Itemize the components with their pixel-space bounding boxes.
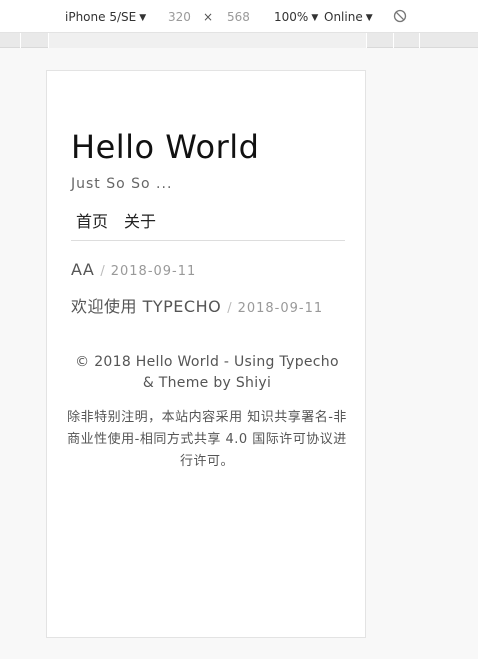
- site-description: Just So So ...: [71, 176, 173, 192]
- chevron-down-icon: ▼: [365, 13, 373, 23]
- zoom-select[interactable]: 100% ▼: [274, 10, 318, 26]
- post-separator: /: [227, 301, 232, 316]
- nav-item-about[interactable]: 关于: [124, 212, 156, 232]
- license-notice: 除非特别注明，本站内容采用 知识共享署名-非商业性使用-相同方式共享 4.0 国…: [67, 410, 347, 469]
- post-title[interactable]: AA: [71, 260, 94, 279]
- post-title[interactable]: 欢迎使用 TYPECHO: [71, 297, 221, 316]
- copyright-line: © 2018 Hello World - Using Typecho: [75, 354, 339, 370]
- ruler-segment[interactable]: [393, 33, 394, 48]
- post-date: 2018-09-11: [110, 264, 197, 279]
- post-separator: /: [100, 264, 105, 279]
- ruler-segment[interactable]: [419, 33, 420, 48]
- site-footer: © 2018 Hello World - Using Typecho & The…: [67, 352, 347, 394]
- post-date: 2018-09-11: [237, 301, 324, 316]
- chevron-down-icon: ▼: [139, 13, 147, 23]
- chevron-down-icon: ▼: [311, 13, 319, 23]
- device-name: iPhone 5/SE: [65, 10, 137, 24]
- media-query-ruler: [0, 33, 478, 48]
- ruler-segment[interactable]: [20, 33, 21, 48]
- dimension-separator: ×: [203, 10, 214, 24]
- device-viewport: Hello World Just So So ... 首页 关于 AA / 2018…: [46, 70, 366, 638]
- ruler-segment[interactable]: [366, 33, 367, 48]
- height-field[interactable]: 568: [227, 10, 250, 24]
- network-value: Online: [324, 10, 363, 24]
- ruler-center-segment[interactable]: [48, 33, 366, 48]
- network-select[interactable]: Online ▼: [324, 10, 373, 26]
- site-title[interactable]: Hello World: [71, 127, 259, 167]
- device-toolbar: iPhone 5/SE ▼ 320 × 568 100% ▼ Online ▼: [0, 0, 478, 33]
- theme-credit-line: & Theme by Shiyi: [142, 375, 272, 391]
- post-item: 欢迎使用 TYPECHO / 2018-09-11: [71, 296, 323, 320]
- post-item: AA / 2018-09-11: [71, 259, 196, 283]
- width-field[interactable]: 320: [168, 10, 191, 24]
- main-nav: 首页 关于: [71, 209, 345, 241]
- nav-item-home[interactable]: 首页: [76, 212, 108, 232]
- no-throttle-icon[interactable]: [393, 9, 407, 23]
- ruler-segment[interactable]: [48, 33, 49, 48]
- zoom-value: 100%: [274, 10, 309, 24]
- device-select[interactable]: iPhone 5/SE ▼: [65, 10, 146, 26]
